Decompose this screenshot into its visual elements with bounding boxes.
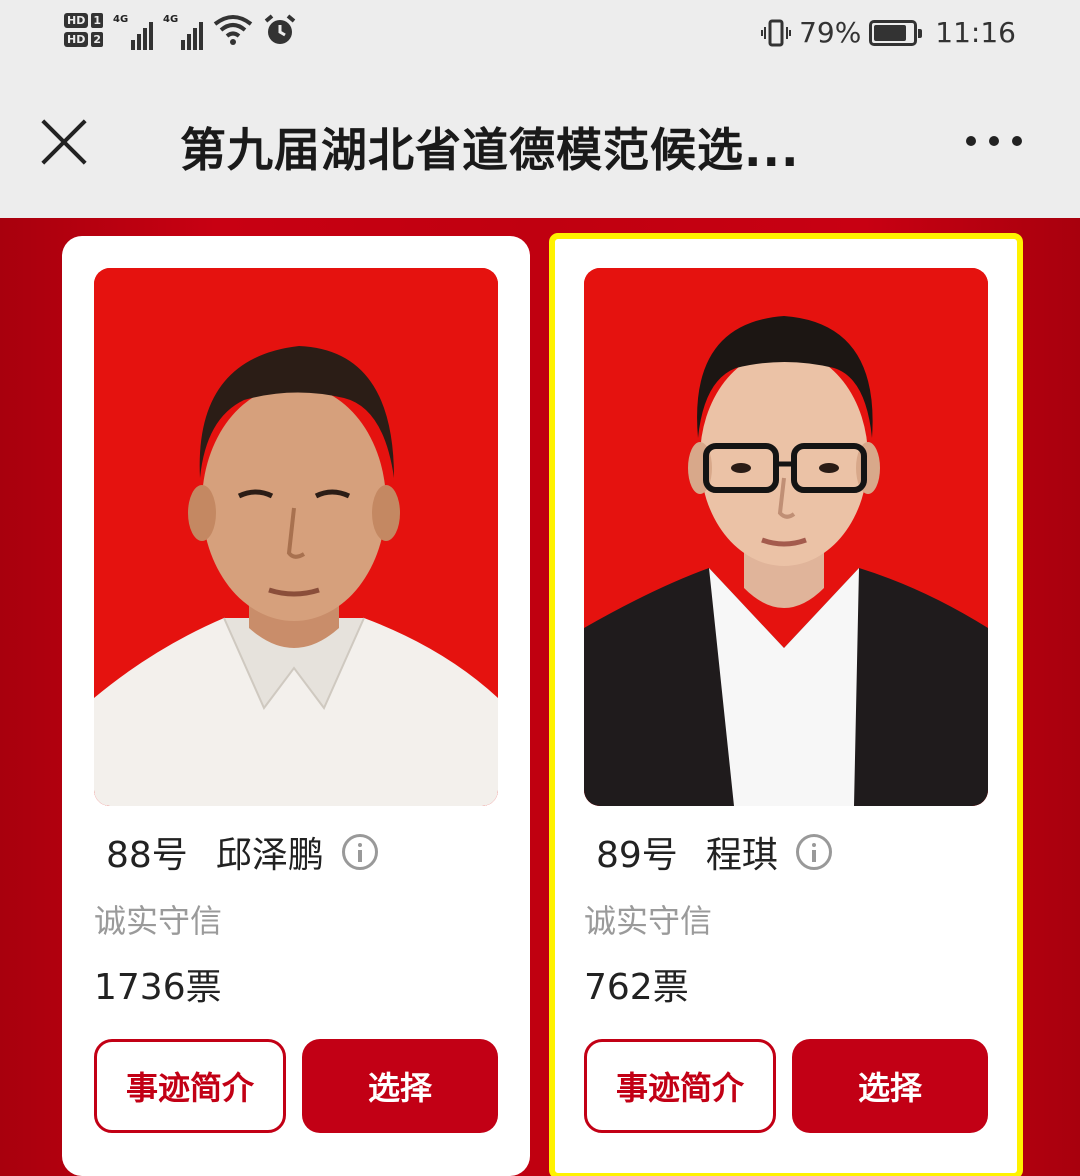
status-left: HD 1 HD 2 4G 4G xyxy=(64,10,297,50)
hd1-number: 1 xyxy=(91,13,103,28)
candidate-name: 程琪 xyxy=(705,835,778,876)
hd-indicators: HD 1 HD 2 xyxy=(64,13,103,47)
candidate-photo[interactable] xyxy=(94,268,498,806)
candidate-photo[interactable] xyxy=(584,268,988,806)
select-button[interactable]: 选择 xyxy=(302,1039,498,1133)
info-icon[interactable] xyxy=(795,834,832,870)
candidate-name: 邱泽鹏 xyxy=(215,835,324,876)
candidate-name-row: 88号 邱泽鹏 xyxy=(106,826,378,878)
battery-percent: 79% xyxy=(799,16,862,49)
candidate-number: 89号 xyxy=(596,835,678,876)
title-bar: 第九届湖北省道德模范候选... xyxy=(0,78,1080,218)
close-icon[interactable] xyxy=(38,116,90,168)
status-right: 79% 11:16 xyxy=(761,16,1016,49)
alarm-icon xyxy=(264,14,296,44)
hd1-indicator: HD 1 xyxy=(64,13,103,28)
signal-1-tag: 4G xyxy=(113,14,129,25)
candidate-list[interactable]: 88号 邱泽鹏 诚实守信 1736票 事迹简介 选择 89号 程琪 诚实守信 7… xyxy=(0,218,1080,1176)
deeds-intro-button[interactable]: 事迹简介 xyxy=(94,1039,286,1133)
hd2-indicator: HD 2 xyxy=(64,32,103,47)
candidate-number: 88号 xyxy=(106,835,188,876)
clock: 11:16 xyxy=(935,16,1016,49)
vote-count: 1736票 xyxy=(94,967,222,1008)
vibrate-icon xyxy=(761,19,792,46)
signal-1-icon: 4G xyxy=(113,10,153,50)
select-button[interactable]: 选择 xyxy=(792,1039,988,1133)
wifi-icon xyxy=(213,15,253,45)
more-options-icon[interactable] xyxy=(966,136,1022,146)
battery-icon xyxy=(869,19,923,46)
candidate-name-row: 89号 程琪 xyxy=(596,826,832,878)
hd1-label: HD xyxy=(64,13,89,28)
page-title: 第九届湖北省道德模范候选... xyxy=(180,123,800,177)
candidate-category: 诚实守信 xyxy=(94,902,223,940)
status-bar: HD 1 HD 2 4G 4G 79% 11:16 xyxy=(0,0,1080,78)
info-icon[interactable] xyxy=(341,834,378,870)
signal-2-tag: 4G xyxy=(163,14,179,25)
candidate-category: 诚实守信 xyxy=(584,902,713,940)
signal-2-icon: 4G xyxy=(163,10,203,50)
hd2-number: 2 xyxy=(91,32,103,47)
candidate-card-88[interactable]: 88号 邱泽鹏 诚实守信 1736票 事迹简介 选择 xyxy=(62,236,530,1176)
deeds-intro-button[interactable]: 事迹简介 xyxy=(584,1039,776,1133)
vote-count: 762票 xyxy=(584,967,689,1008)
hd2-label: HD xyxy=(64,32,89,47)
candidate-card-89[interactable]: 89号 程琪 诚实守信 762票 事迹简介 选择 xyxy=(549,233,1023,1176)
